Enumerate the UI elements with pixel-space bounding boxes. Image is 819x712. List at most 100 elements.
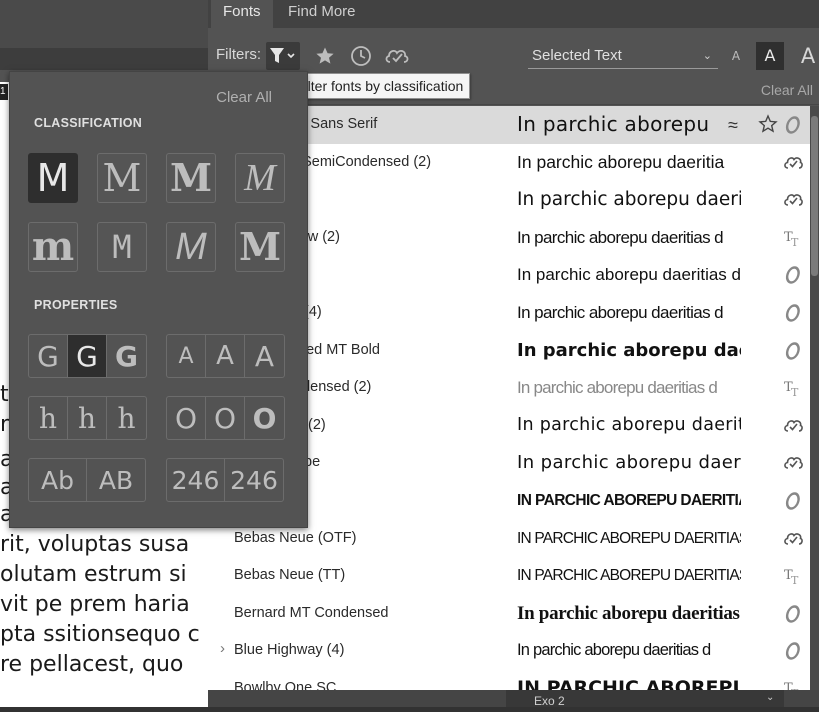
large-sample-size-button[interactable]: A <box>794 42 819 70</box>
cloud-activate-icon <box>784 532 803 545</box>
popup-clear-all-link[interactable]: Clear All <box>216 89 272 106</box>
numerals-property-group: 246 246 <box>166 458 284 502</box>
opentype-icon <box>785 492 800 510</box>
font-sample: In parchic aborepu daerit <box>517 189 741 211</box>
slab-serif-icon[interactable]: M <box>166 153 216 203</box>
case-property-group: Ab AB <box>28 458 146 502</box>
font-sample: In parchic aborepu daeritias d <box>517 641 711 660</box>
decorative-icon[interactable]: M <box>235 222 285 272</box>
document-text-line[interactable]: t <box>0 380 9 410</box>
favorite-star-icon[interactable] <box>758 114 778 134</box>
x-height-option[interactable]: h <box>107 397 146 439</box>
recent-filter-button[interactable] <box>346 42 376 70</box>
font-name: ded MT Bold <box>298 341 380 358</box>
filter-icon <box>270 48 295 63</box>
width-property-group: AAA <box>166 334 285 378</box>
font-type-indicator[interactable] <box>782 152 804 174</box>
truetype-icon: TT <box>784 380 799 398</box>
font-sample: IN PARCHIC ABOREPU <box>517 677 741 690</box>
x-height-option[interactable]: h <box>29 397 68 439</box>
x-height-option[interactable]: h <box>68 397 107 439</box>
weight-option[interactable]: G <box>29 335 68 377</box>
font-family-field[interactable]: Exo 2 <box>506 690 784 708</box>
contrast-option[interactable]: O <box>245 397 284 439</box>
font-sample: IN PARCHIC ABOREPU DAERITIAS D <box>517 567 741 585</box>
numerals-option[interactable]: 246 <box>225 459 283 501</box>
font-type-indicator <box>782 340 804 362</box>
document-toolbar-secondary <box>0 48 210 70</box>
handwritten-icon[interactable]: M <box>166 222 216 272</box>
show-similar-icon[interactable]: ≈ <box>728 115 738 136</box>
chevron-right-icon[interactable]: › <box>220 632 225 666</box>
weight-option[interactable]: G <box>68 335 107 377</box>
numerals-option[interactable]: 246 <box>167 459 225 501</box>
properties-title: PROPERTIES <box>34 298 118 312</box>
width-option[interactable]: A <box>245 335 284 377</box>
font-name: o SemiCondensed (2) <box>290 153 432 170</box>
star-icon <box>316 47 334 64</box>
contrast-option[interactable]: O <box>206 397 245 439</box>
cloud-activate-icon <box>385 49 409 63</box>
font-type-indicator <box>782 264 804 286</box>
svg-text:T: T <box>791 386 799 398</box>
font-list-scrollbar[interactable] <box>810 106 819 690</box>
monospaced-icon[interactable]: M <box>97 222 147 272</box>
document-text-line[interactable]: rit, voluptas susa <box>0 530 189 560</box>
font-sample: In parchic aborepu daer <box>517 452 741 474</box>
contrast-property-group: OOO <box>166 396 285 440</box>
truetype-icon: TT <box>784 681 799 690</box>
clear-all-filters-link[interactable]: Clear All <box>761 82 813 98</box>
blackletter-icon[interactable]: m <box>28 222 78 272</box>
font-list-row[interactable]: Bowlby One SC IN PARCHIC ABOREPU TT <box>208 670 819 690</box>
font-type-indicator[interactable] <box>782 189 804 211</box>
ruler-mark: 1 <box>0 84 8 100</box>
font-type-indicator: TT <box>782 565 804 587</box>
font-sample: In parchic aborepu daeritia <box>517 151 725 172</box>
font-type-indicator: TT <box>782 227 804 249</box>
font-type-indicator <box>782 603 804 625</box>
opentype-icon <box>785 341 800 360</box>
tab-fonts[interactable]: Fonts <box>211 0 273 28</box>
font-name: (2) <box>308 416 326 433</box>
font-type-indicator: TT <box>782 678 804 690</box>
cloud-activate-icon <box>784 457 803 470</box>
filter-classification-button[interactable] <box>266 42 300 70</box>
tab-find-more[interactable]: Find More <box>276 0 368 28</box>
sans-serif-icon[interactable]: M <box>28 153 78 203</box>
filters-label: Filters: <box>216 46 261 63</box>
opentype-icon <box>785 642 800 661</box>
document-text-line[interactable]: pta ssitionsequo c <box>0 620 200 650</box>
font-type-indicator[interactable] <box>782 452 804 474</box>
contrast-option[interactable]: O <box>167 397 206 439</box>
tooltip: Filter fonts by classification <box>289 73 471 99</box>
character-panel-strip: Exo 2 ⌄ <box>208 690 819 708</box>
sample-text-select[interactable]: Selected Text ⌄ <box>528 44 718 69</box>
script-icon[interactable]: M <box>235 153 285 203</box>
favorites-filter-button[interactable] <box>310 42 340 70</box>
serif-icon[interactable]: M <box>97 153 147 203</box>
filter-popup: Clear All CLASSIFICATION PROPERTIES MMMM… <box>9 71 308 528</box>
font-type-indicator[interactable] <box>782 528 804 550</box>
font-type-indicator[interactable] <box>782 415 804 437</box>
small-sample-size-button[interactable]: A <box>722 42 750 70</box>
font-list-row[interactable]: Bebas Neue (TT) IN PARCHIC ABOREPU DAERIT… <box>208 557 819 595</box>
width-option[interactable]: A <box>167 335 206 377</box>
case-option[interactable]: Ab <box>29 459 87 501</box>
font-sample: In parchic aborepu daeritias d <box>517 265 741 285</box>
document-text-line[interactable]: vit pe prem haria <box>0 590 190 620</box>
chevron-down-icon[interactable]: ⌄ <box>766 692 774 703</box>
activated-fonts-filter-button[interactable] <box>382 42 412 70</box>
medium-sample-size-button[interactable]: A <box>756 42 784 70</box>
font-list-row[interactable]: Bernard MT Condensed In parchic aborepu d… <box>208 595 819 633</box>
weight-option[interactable]: G <box>107 335 146 377</box>
document-text-line[interactable]: olutam estrum si <box>0 560 187 590</box>
width-option[interactable]: A <box>206 335 245 377</box>
font-list-row[interactable]: › Blue Highway (4) In parchic aborepu daer… <box>208 632 819 670</box>
opentype-icon <box>785 116 800 134</box>
scrollbar-thumb[interactable] <box>811 116 818 276</box>
font-sample: IN PARCHIC ABOREPU DAERITIAS D <box>517 529 741 547</box>
case-option[interactable]: AB <box>87 459 145 501</box>
font-type-indicator <box>782 114 804 136</box>
classification-title: CLASSIFICATION <box>34 116 143 130</box>
document-text-line[interactable]: re pellacest, quo <box>0 650 183 680</box>
